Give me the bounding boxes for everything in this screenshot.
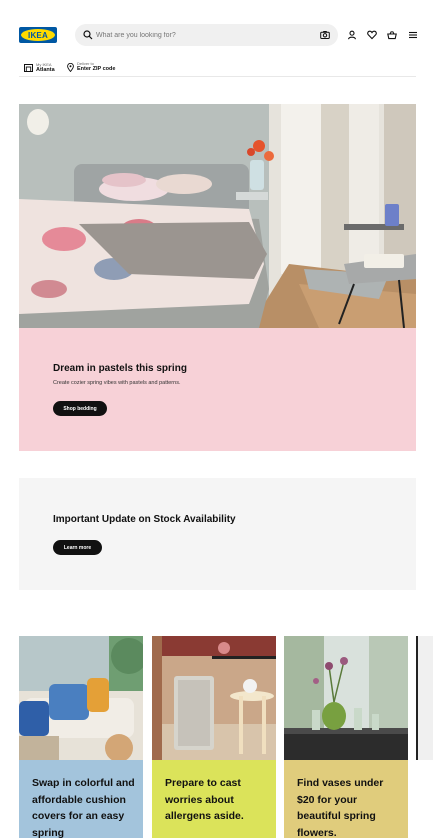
header-divider — [19, 76, 416, 77]
hero-banner[interactable]: Dream in pastels this spring Create cozi… — [19, 104, 416, 451]
cushion-illustration — [19, 636, 143, 760]
store-icon — [24, 64, 33, 72]
search-bar[interactable] — [75, 24, 338, 46]
store-text: My IKEA Atlanta — [36, 62, 55, 74]
next-card-image[interactable] — [416, 636, 433, 760]
air-purifier-illustration — [152, 636, 276, 760]
logo-text: IKEA — [28, 30, 48, 40]
next-card-illustration — [416, 636, 433, 760]
promo-card-next-peek[interactable] — [416, 636, 433, 838]
deliver-text: Deliver to Enter ZIP code — [77, 61, 115, 73]
air-purifier-image[interactable] — [152, 636, 276, 760]
hero-title[interactable]: Dream in pastels this spring — [53, 363, 187, 374]
menu-icon[interactable] — [408, 30, 418, 40]
heart-icon[interactable] — [367, 30, 377, 40]
logo-oval: IKEA — [21, 29, 55, 41]
promo-card-carousel[interactable]: Swap in colorful and affordable cushion … — [19, 636, 433, 838]
store-selector[interactable]: My IKEA Atlanta — [24, 61, 55, 75]
search-icon[interactable] — [83, 30, 93, 40]
cushion-image[interactable] — [19, 636, 143, 760]
promo-card-air-purifier[interactable]: Prepare to cast worries about allergens … — [152, 636, 276, 838]
store-value: Atlanta — [36, 67, 55, 73]
air-purifier-card-text[interactable]: Prepare to cast worries about allergens … — [165, 775, 269, 825]
site-header: IKEA My IKEA At — [0, 0, 433, 82]
cart-icon[interactable] — [387, 30, 397, 40]
user-icon[interactable] — [347, 30, 357, 40]
hero-subtitle: Create cozier spring vibes with pastels … — [53, 380, 181, 386]
shop-bedding-button[interactable]: Shop bedding — [53, 401, 107, 416]
stock-update-banner[interactable]: Important Update on Stock Availability L… — [19, 478, 416, 590]
promo-card-cushions[interactable]: Swap in colorful and affordable cushion … — [19, 636, 143, 838]
location-pin-icon — [67, 62, 74, 72]
deliver-value: Enter ZIP code — [77, 66, 116, 72]
hero-text-panel[interactable] — [19, 328, 416, 451]
stock-update-title[interactable]: Important Update on Stock Availability — [53, 514, 236, 525]
deliver-selector[interactable]: Deliver to Enter ZIP code — [67, 61, 115, 73]
cushion-card-text[interactable]: Swap in colorful and affordable cushion … — [32, 775, 136, 838]
hero-bedroom-image[interactable] — [19, 104, 416, 328]
camera-icon[interactable] — [320, 30, 330, 40]
search-input[interactable] — [96, 28, 306, 42]
bedroom-illustration — [19, 104, 416, 328]
learn-more-button[interactable]: Learn more — [53, 540, 102, 555]
vases-image[interactable] — [284, 636, 408, 760]
vases-illustration — [284, 636, 408, 760]
vases-card-text[interactable]: Find vases under $20 for your beautiful … — [297, 775, 401, 838]
ikea-logo[interactable]: IKEA — [19, 27, 57, 43]
promo-card-vases[interactable]: Find vases under $20 for your beautiful … — [284, 636, 408, 838]
